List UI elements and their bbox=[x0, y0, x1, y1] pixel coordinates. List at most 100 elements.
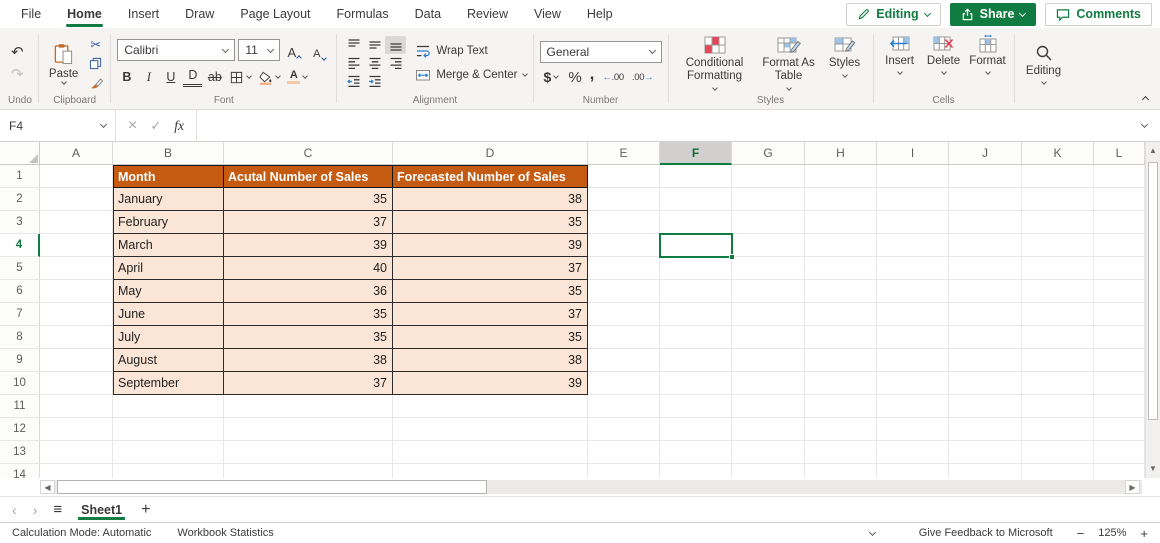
cell-K6[interactable] bbox=[1022, 280, 1094, 303]
cell-F14[interactable] bbox=[660, 464, 732, 478]
wrap-text-button[interactable]: Wrap Text bbox=[415, 43, 526, 59]
cell-D11[interactable] bbox=[393, 395, 588, 418]
cell-B6[interactable]: May bbox=[113, 280, 224, 303]
cell-H2[interactable] bbox=[805, 188, 877, 211]
cell-A1[interactable] bbox=[40, 165, 113, 188]
cell-I11[interactable] bbox=[877, 395, 949, 418]
cell-B12[interactable] bbox=[113, 418, 224, 441]
cell-A7[interactable] bbox=[40, 303, 113, 326]
cell-A9[interactable] bbox=[40, 349, 113, 372]
increase-decimal-button[interactable]: ←.00 bbox=[602, 72, 624, 83]
cell-C1[interactable]: Acutal Number of Sales bbox=[224, 165, 393, 188]
cell-J13[interactable] bbox=[949, 441, 1022, 464]
redo-button[interactable]: ↷ bbox=[11, 67, 24, 82]
menu-tab-formulas[interactable]: Formulas bbox=[324, 0, 402, 28]
cell-E7[interactable] bbox=[588, 303, 660, 326]
format-cells-button[interactable]: Format bbox=[968, 35, 1008, 74]
collapse-ribbon-button[interactable] bbox=[1142, 96, 1149, 103]
borders-button[interactable] bbox=[227, 70, 253, 85]
cell-K12[interactable] bbox=[1022, 418, 1094, 441]
cell-K4[interactable] bbox=[1022, 234, 1094, 257]
cell-B13[interactable] bbox=[113, 441, 224, 464]
cell-E4[interactable] bbox=[588, 234, 660, 257]
cell-G9[interactable] bbox=[732, 349, 805, 372]
grow-font-button[interactable]: A bbox=[283, 40, 305, 60]
cell-J11[interactable] bbox=[949, 395, 1022, 418]
cell-F9[interactable] bbox=[660, 349, 732, 372]
cell-B7[interactable]: June bbox=[113, 303, 224, 326]
zoom-level[interactable]: 125% bbox=[1098, 527, 1126, 539]
cell-E13[interactable] bbox=[588, 441, 660, 464]
cell-C14[interactable] bbox=[224, 464, 393, 478]
row-header-10[interactable]: 10 bbox=[0, 372, 40, 395]
cell-H7[interactable] bbox=[805, 303, 877, 326]
copy-button[interactable] bbox=[87, 56, 104, 71]
row-header-5[interactable]: 5 bbox=[0, 257, 40, 280]
cell-I14[interactable] bbox=[877, 464, 949, 478]
cell-J3[interactable] bbox=[949, 211, 1022, 234]
cell-H13[interactable] bbox=[805, 441, 877, 464]
delete-cells-button[interactable]: Delete bbox=[924, 35, 964, 74]
cell-D13[interactable] bbox=[393, 441, 588, 464]
cell-H5[interactable] bbox=[805, 257, 877, 280]
cell-B2[interactable]: January bbox=[113, 188, 224, 211]
cell-G5[interactable] bbox=[732, 257, 805, 280]
decrease-indent-button[interactable] bbox=[343, 72, 364, 90]
calculation-mode-status[interactable]: Calculation Mode: Automatic bbox=[12, 527, 151, 539]
cell-B3[interactable]: February bbox=[113, 211, 224, 234]
column-header-D[interactable]: D bbox=[393, 142, 588, 165]
next-sheet-button[interactable]: › bbox=[33, 503, 38, 517]
scroll-up-arrow[interactable]: ▲ bbox=[1146, 144, 1160, 158]
align-center-button[interactable] bbox=[364, 54, 385, 72]
menu-tab-insert[interactable]: Insert bbox=[115, 0, 172, 28]
row-header-3[interactable]: 3 bbox=[0, 211, 40, 234]
cell-E5[interactable] bbox=[588, 257, 660, 280]
menu-tab-page-layout[interactable]: Page Layout bbox=[227, 0, 323, 28]
menu-tab-draw[interactable]: Draw bbox=[172, 0, 227, 28]
cell-L1[interactable] bbox=[1094, 165, 1145, 188]
align-right-button[interactable] bbox=[385, 54, 406, 72]
cell-J9[interactable] bbox=[949, 349, 1022, 372]
cell-E2[interactable] bbox=[588, 188, 660, 211]
cell-K2[interactable] bbox=[1022, 188, 1094, 211]
cell-I7[interactable] bbox=[877, 303, 949, 326]
cell-J2[interactable] bbox=[949, 188, 1022, 211]
column-header-J[interactable]: J bbox=[949, 142, 1022, 165]
editing-mode-button[interactable]: Editing bbox=[846, 3, 940, 26]
cancel-button[interactable]: × bbox=[128, 119, 137, 133]
italic-button[interactable]: I bbox=[139, 67, 158, 87]
row-header-14[interactable]: 14 bbox=[0, 464, 40, 478]
format-as-table-button[interactable]: Format As Table bbox=[757, 35, 821, 90]
menu-tab-home[interactable]: Home bbox=[54, 0, 115, 28]
row-header-1[interactable]: 1 bbox=[0, 165, 40, 188]
share-button[interactable]: Share bbox=[950, 3, 1037, 26]
cell-D4[interactable]: 39 bbox=[393, 234, 588, 257]
cell-J5[interactable] bbox=[949, 257, 1022, 280]
formula-input[interactable] bbox=[197, 110, 1128, 141]
cell-D1[interactable]: Forecasted Number of Sales bbox=[393, 165, 588, 188]
underline-button[interactable]: U bbox=[161, 67, 180, 87]
cell-J1[interactable] bbox=[949, 165, 1022, 188]
cell-D10[interactable]: 39 bbox=[393, 372, 588, 395]
row-header-13[interactable]: 13 bbox=[0, 441, 40, 464]
merge-center-button[interactable]: Merge & Center bbox=[415, 67, 526, 83]
cell-K9[interactable] bbox=[1022, 349, 1094, 372]
sheet-list-menu-button[interactable]: ≡ bbox=[53, 501, 62, 518]
zoom-out-button[interactable]: − bbox=[1077, 526, 1085, 541]
cell-L13[interactable] bbox=[1094, 441, 1145, 464]
cell-G10[interactable] bbox=[732, 372, 805, 395]
cell-K7[interactable] bbox=[1022, 303, 1094, 326]
name-box[interactable]: F4 bbox=[0, 110, 116, 141]
cell-E12[interactable] bbox=[588, 418, 660, 441]
column-header-H[interactable]: H bbox=[805, 142, 877, 165]
cell-I1[interactable] bbox=[877, 165, 949, 188]
cell-K10[interactable] bbox=[1022, 372, 1094, 395]
cell-B8[interactable]: July bbox=[113, 326, 224, 349]
cell-I5[interactable] bbox=[877, 257, 949, 280]
cell-F7[interactable] bbox=[660, 303, 732, 326]
cell-G11[interactable] bbox=[732, 395, 805, 418]
cell-F8[interactable] bbox=[660, 326, 732, 349]
cell-H6[interactable] bbox=[805, 280, 877, 303]
undo-button[interactable]: ↶ bbox=[11, 45, 24, 60]
comments-button[interactable]: Comments bbox=[1045, 3, 1152, 26]
